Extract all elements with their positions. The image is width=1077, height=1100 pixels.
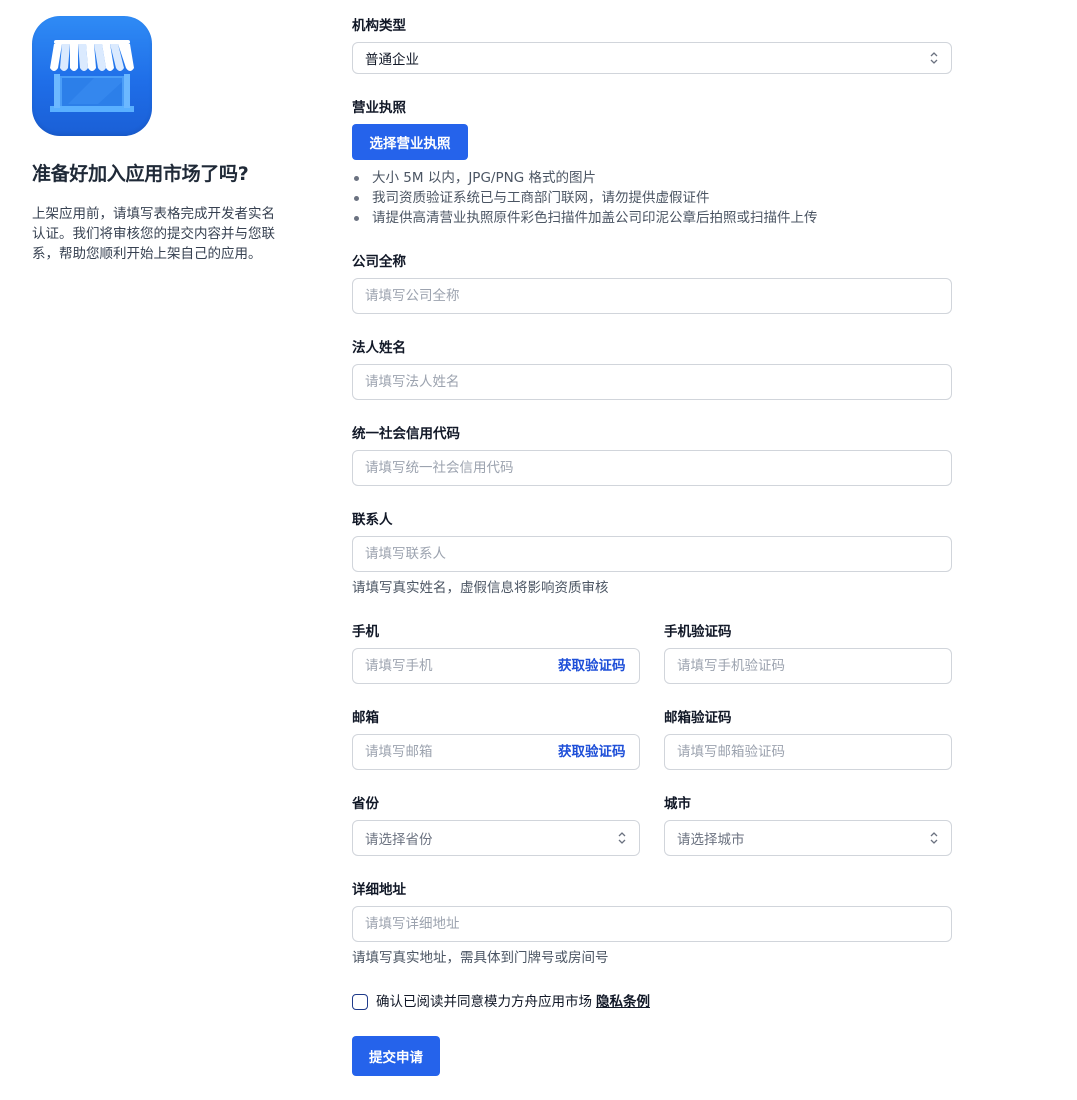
contact-hint: 请填写真实姓名，虚假信息将影响资质审核: [352, 580, 609, 596]
page-title: 准备好加入应用市场了吗?: [32, 163, 249, 185]
license-note: 我司资质验证系统已与工商部门联网，请勿提供虚假证件: [352, 188, 818, 208]
legal-person-input[interactable]: [352, 364, 952, 400]
phone-code-input[interactable]: [664, 648, 952, 684]
phone-code-label: 手机验证码: [664, 624, 732, 640]
legal-person-label: 法人姓名: [352, 340, 406, 356]
email-label: 邮箱: [352, 710, 379, 726]
license-notes: 大小 5M 以内，JPG/PNG 格式的图片 我司资质验证系统已与工商部门联网，…: [352, 168, 818, 228]
province-label: 省份: [352, 796, 379, 812]
city-label: 城市: [664, 796, 691, 812]
city-select[interactable]: 请选择城市: [664, 820, 952, 856]
agreement-label: 确认已阅读并同意模力方舟应用市场: [376, 994, 592, 1010]
city-placeholder: 请选择城市: [677, 832, 745, 848]
license-note: 请提供高清营业执照原件彩色扫描件加盖公司印泥公章后拍照或扫描件上传: [352, 208, 818, 228]
chevron-updown-icon: [618, 832, 626, 844]
phone-get-code-button[interactable]: 获取验证码: [558, 656, 626, 676]
agreement-text: 确认已阅读并同意模力方舟应用市场 隐私条例: [376, 992, 650, 1012]
province-select[interactable]: 请选择省份: [352, 820, 640, 856]
credit-code-input[interactable]: [352, 450, 952, 486]
org-type-select[interactable]: 普通企业: [352, 42, 952, 74]
email-code-label: 邮箱验证码: [664, 710, 732, 726]
agreement-checkbox[interactable]: [352, 994, 368, 1010]
license-note: 大小 5M 以内，JPG/PNG 格式的图片: [352, 168, 818, 188]
submit-button[interactable]: 提交申请: [352, 1036, 440, 1076]
license-label: 营业执照: [352, 100, 406, 116]
contact-label: 联系人: [352, 512, 393, 528]
chevron-updown-icon: [930, 832, 938, 844]
org-type-label: 机构类型: [352, 18, 406, 34]
privacy-policy-link[interactable]: 隐私条例: [596, 994, 650, 1010]
chevron-updown-icon: [930, 52, 938, 64]
company-name-label: 公司全称: [352, 254, 406, 270]
contact-input[interactable]: [352, 536, 952, 572]
phone-label: 手机: [352, 624, 379, 640]
province-placeholder: 请选择省份: [365, 832, 433, 848]
choose-license-button[interactable]: 选择营业执照: [352, 124, 468, 160]
credit-code-label: 统一社会信用代码: [352, 426, 460, 442]
storefront-icon: [32, 16, 152, 136]
address-label: 详细地址: [352, 882, 406, 898]
email-code-input[interactable]: [664, 734, 952, 770]
org-type-value: 普通企业: [365, 52, 419, 68]
address-input[interactable]: [352, 906, 952, 942]
address-hint: 请填写真实地址，需具体到门牌号或房间号: [352, 950, 609, 966]
company-name-input[interactable]: [352, 278, 952, 314]
page-description: 上架应用前，请填写表格完成开发者实名认证。我们将审核您的提交内容并与您联系，帮助…: [32, 206, 275, 262]
email-get-code-button[interactable]: 获取验证码: [558, 742, 626, 762]
